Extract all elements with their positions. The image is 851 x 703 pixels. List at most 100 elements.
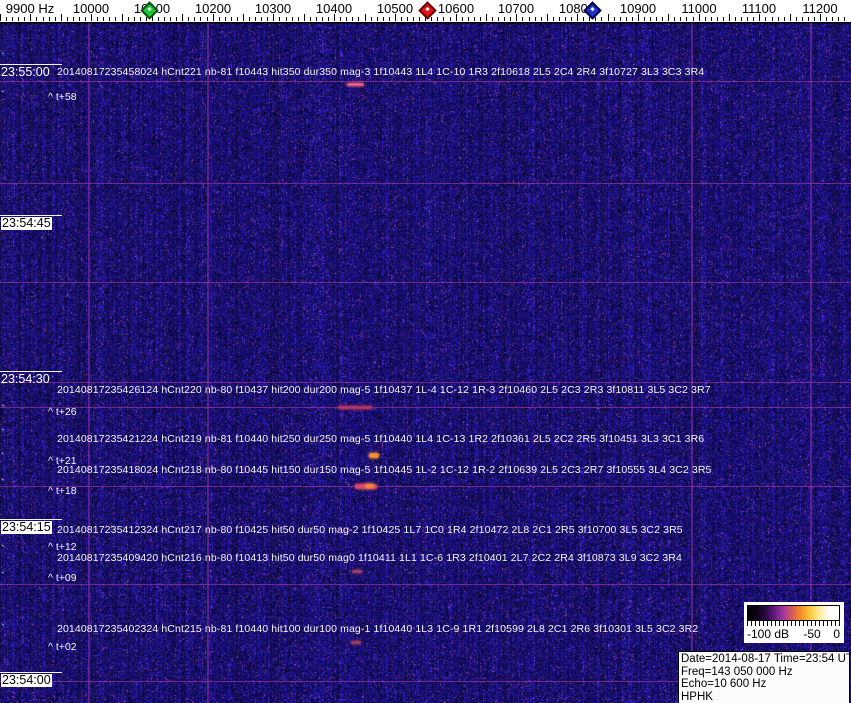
freq-tick: [401, 17, 402, 21]
colorbar-tick: [763, 621, 764, 626]
freq-tick: [765, 17, 766, 21]
freq-tick: [711, 17, 712, 21]
freq-tick: [522, 17, 523, 21]
freq-tick: [778, 17, 779, 21]
colorbar-label-mid: -50: [803, 627, 821, 641]
freq-tick: [626, 17, 627, 21]
freq-tick: [790, 14, 791, 21]
colorbar-label-max: 0: [833, 627, 840, 641]
colorbar-tick: [827, 621, 828, 626]
freq-tick: [808, 17, 809, 21]
freq-tick: [389, 17, 390, 21]
freq-tick: [608, 14, 609, 21]
freq-tick: [292, 17, 293, 21]
freq-tick: [784, 17, 785, 21]
freq-tick: [267, 17, 268, 21]
marker-center-dot: [590, 6, 595, 12]
freq-axis-label: 10700: [497, 1, 535, 16]
freq-tick: [741, 17, 742, 21]
colorbar-tick: [759, 621, 760, 626]
freq-tick: [693, 17, 694, 21]
freq-tick: [735, 17, 736, 21]
freq-tick: [595, 17, 596, 21]
freq-tick: [164, 17, 165, 21]
freq-tick: [462, 17, 463, 21]
freq-tick: [298, 17, 299, 21]
freq-tick: [279, 17, 280, 21]
colorbar-tick: [839, 621, 840, 626]
freq-tick: [474, 17, 475, 21]
freq-tick: [286, 17, 287, 21]
freq-tick: [200, 17, 201, 21]
freq-tick: [377, 17, 378, 21]
freq-tick: [358, 17, 359, 21]
freq-tick: [109, 17, 110, 21]
freq-tick: [443, 17, 444, 21]
freq-tick: [115, 17, 116, 21]
red-echo-marker-diamond[interactable]: [418, 1, 437, 20]
freq-tick: [176, 17, 177, 21]
freq-tick: [158, 17, 159, 21]
freq-tick: [407, 17, 408, 21]
colorbar-tick: [755, 621, 756, 626]
colorbar-tick: [803, 621, 804, 626]
colorbar-tick: [779, 621, 780, 626]
colorbar-tick: [751, 621, 752, 626]
freq-tick: [650, 17, 651, 21]
freq-tick: [413, 17, 414, 21]
freq-tick: [182, 14, 183, 21]
freq-tick: [383, 17, 384, 21]
freq-tick: [103, 17, 104, 21]
freq-tick: [662, 17, 663, 21]
freq-tick: [753, 17, 754, 21]
freq-tick: [504, 17, 505, 21]
freq-tick: [431, 17, 432, 21]
freq-axis-label: 11200: [802, 1, 838, 16]
freq-tick: [680, 17, 681, 21]
freq-axis-label: 10400: [315, 1, 353, 16]
marker-center-dot: [425, 6, 430, 12]
freq-tick: [601, 17, 602, 21]
freq-tick: [674, 17, 675, 21]
freq-tick: [346, 17, 347, 21]
colorbar-panel: -100 dB -50 0: [744, 602, 844, 643]
freq-tick: [0, 14, 1, 21]
colorbar-tick: [823, 621, 824, 626]
freq-tick: [535, 17, 536, 21]
freq-axis-label: 10300: [254, 1, 292, 16]
freq-tick: [723, 17, 724, 21]
colorbar-tick: [819, 621, 820, 626]
freq-tick: [310, 17, 311, 21]
freq-tick: [705, 17, 706, 21]
freq-axis-label: 9900 Hz: [5, 1, 55, 16]
freq-tick: [12, 17, 13, 21]
freq-tick: [717, 17, 718, 21]
colorbar-tick: [831, 621, 832, 626]
freq-tick: [237, 17, 238, 21]
freq-tick: [559, 17, 560, 21]
freq-tick: [36, 17, 37, 21]
freq-tick: [6, 17, 7, 21]
spectrogram-canvas[interactable]: [0, 22, 851, 703]
marker-center-dot: [147, 6, 152, 12]
freq-tick: [614, 17, 615, 21]
freq-tick: [128, 17, 129, 21]
freq-tick: [67, 17, 68, 21]
freq-tick: [243, 14, 244, 21]
freq-axis-label: 11100: [741, 1, 777, 16]
freq-axis-label: 11000: [681, 1, 717, 16]
colorbar-tick: [799, 621, 800, 626]
freq-axis-label: 10200: [194, 1, 232, 16]
freq-tick: [43, 17, 44, 21]
freq-tick: [492, 17, 493, 21]
freq-tick: [18, 17, 19, 21]
colorbar-gradient: [747, 605, 840, 621]
freq-tick: [365, 14, 366, 21]
freq-tick: [656, 17, 657, 21]
freq-tick: [468, 17, 469, 21]
info-echo-freq: Echo=10 600 Hz: [681, 678, 767, 690]
freq-tick: [486, 14, 487, 21]
freq-tick: [328, 17, 329, 21]
freq-tick: [510, 17, 511, 21]
freq-tick: [194, 17, 195, 21]
